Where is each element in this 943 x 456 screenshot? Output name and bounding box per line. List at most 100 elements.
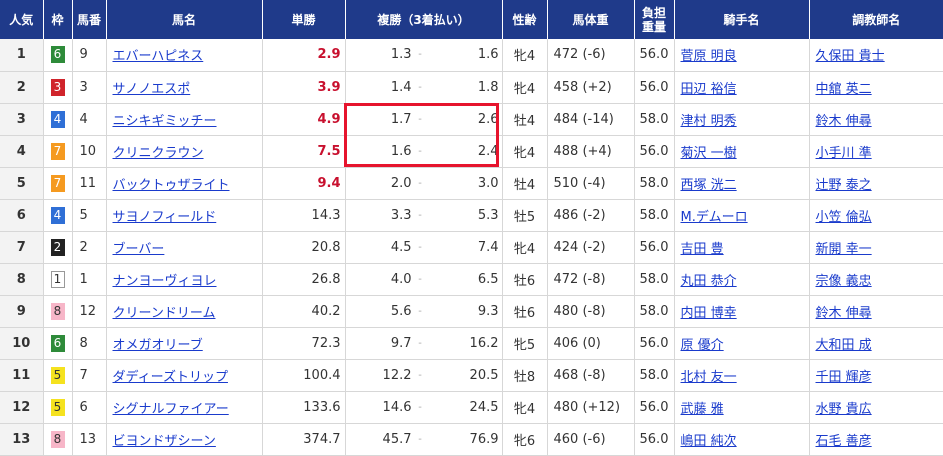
win-odds: 374.7 (303, 431, 341, 447)
col-win[interactable]: 単勝 (261, 0, 345, 39)
horse-link[interactable]: ナンヨーヴィヨレ (113, 274, 217, 289)
waku-cell: 5 (42, 391, 72, 424)
trainer-link[interactable]: 中舘 英二 (816, 82, 872, 97)
jockey-link[interactable]: 菊沢 一樹 (681, 146, 737, 161)
jockey-link[interactable]: 原 優介 (681, 338, 724, 353)
horse-cell: クリーンドリーム (105, 295, 262, 328)
popularity-cell: 1 (0, 39, 43, 72)
trainer-link[interactable]: 久保田 貴士 (816, 49, 885, 64)
sexage-cell: 牝4 (501, 231, 547, 264)
col-waku[interactable]: 枠 (42, 0, 72, 39)
col-weight[interactable]: 馬体重 (546, 0, 634, 39)
horse-link[interactable]: サヨノフィールド (113, 210, 217, 225)
place-cell: 4.5- 7.4 (344, 231, 502, 264)
trainer-link[interactable]: 辻野 泰之 (816, 178, 872, 193)
place-cell: 9.7- 16.2 (344, 327, 502, 360)
horse-link[interactable]: オメガオリーブ (113, 338, 203, 353)
win-cell: 40.2 (261, 295, 345, 328)
trainer-link[interactable]: 小手川 準 (816, 146, 872, 161)
col-place[interactable]: 複勝（3着払い） (344, 0, 502, 39)
table-row: 7 2 2 ブーバー 20.8 4.5- 7.4 牝4 424 (-2) 56.0… (0, 231, 943, 264)
jockey-link[interactable]: 丸田 恭介 (681, 274, 737, 289)
trainer-cell: 小笠 倫弘 (808, 199, 943, 232)
place-dash: - (418, 337, 422, 349)
place-high: 2.6 (477, 111, 499, 127)
trainer-link[interactable]: 宗像 義忠 (816, 274, 872, 289)
trainer-link[interactable]: 水野 貴広 (816, 402, 872, 417)
table-row: 11 5 7 ダディーズトリップ 100.4 12.2- 20.5 牡8 468 … (0, 359, 943, 392)
horse-cell: ブーバー (105, 231, 262, 264)
trainer-link[interactable]: 千田 輝彦 (816, 370, 872, 385)
col-sexage[interactable]: 性齢 (501, 0, 547, 39)
trainer-cell: 新開 幸一 (808, 231, 943, 264)
horse-link[interactable]: クリニクラウン (113, 146, 204, 161)
jockey-link[interactable]: 武藤 雅 (681, 402, 724, 417)
place-cell: 1.3- 1.6 (344, 39, 502, 72)
waku-badge: 2 (50, 238, 65, 256)
waku-badge: 7 (50, 142, 65, 160)
umaban-cell: 8 (71, 327, 106, 360)
col-burden[interactable]: 負担 重量 (633, 0, 674, 39)
place-dash: - (418, 305, 422, 317)
horse-cell: ナンヨーヴィヨレ (105, 263, 262, 296)
waku-badge: 5 (50, 366, 65, 384)
trainer-link[interactable]: 石毛 善彦 (816, 434, 872, 449)
popularity-cell: 13 (0, 423, 43, 456)
horse-link[interactable]: ビヨンドザシーン (113, 434, 216, 449)
horse-link[interactable]: クリーンドリーム (113, 306, 216, 321)
col-trainer[interactable]: 調教師名 (808, 0, 943, 39)
trainer-link[interactable]: 新開 幸一 (816, 242, 872, 257)
jockey-link[interactable]: 西塚 洸二 (681, 178, 737, 193)
place-low: 5.6 (390, 303, 412, 319)
place-dash: - (418, 209, 422, 221)
col-jockey[interactable]: 騎手名 (673, 0, 809, 39)
umaban-cell: 9 (71, 39, 106, 72)
jockey-link[interactable]: 内田 博幸 (681, 306, 737, 321)
waku-badge: 8 (50, 302, 65, 320)
weight-cell: 472 (-6) (546, 39, 634, 72)
place-high: 16.2 (469, 335, 499, 351)
trainer-link[interactable]: 鈴木 伸尋 (816, 114, 872, 129)
win-odds: 20.8 (311, 239, 341, 255)
waku-cell: 5 (42, 359, 72, 392)
jockey-link[interactable]: 北村 友一 (681, 370, 737, 385)
horse-cell: オメガオリーブ (105, 327, 262, 360)
waku-cell: 8 (42, 295, 72, 328)
trainer-link[interactable]: 鈴木 伸尋 (816, 306, 872, 321)
jockey-link[interactable]: M.デムーロ (681, 210, 748, 225)
col-popularity[interactable]: 人気 (0, 0, 43, 39)
weight-cell: 468 (-8) (546, 359, 634, 392)
horse-link[interactable]: エバーハピネス (113, 49, 204, 64)
horse-cell: ビヨンドザシーン (105, 423, 262, 456)
win-odds: 72.3 (311, 335, 341, 351)
jockey-link[interactable]: 嶋田 純次 (681, 434, 737, 449)
waku-badge: 3 (50, 78, 65, 96)
horse-link[interactable]: ブーバー (113, 242, 165, 257)
jockey-link[interactable]: 吉田 豊 (681, 242, 724, 257)
trainer-link[interactable]: 大和田 成 (816, 338, 872, 353)
col-umaban[interactable]: 馬番 (71, 0, 106, 39)
trainer-cell: 久保田 貴士 (808, 39, 943, 72)
win-odds: 4.9 (317, 111, 341, 127)
horse-link[interactable]: サノノエスポ (113, 82, 191, 97)
jockey-link[interactable]: 菅原 明良 (681, 49, 737, 64)
jockey-link[interactable]: 田辺 裕信 (681, 82, 737, 97)
weight-cell: 406 (0) (546, 327, 634, 360)
sexage-cell: 牡4 (501, 167, 547, 200)
horse-cell: バックトゥザライト (105, 167, 262, 200)
trainer-link[interactable]: 小笠 倫弘 (816, 210, 872, 225)
col-horse[interactable]: 馬名 (105, 0, 262, 39)
trainer-cell: 宗像 義忠 (808, 263, 943, 296)
sexage-cell: 牝5 (501, 327, 547, 360)
place-cell: 1.6- 2.4 (344, 135, 502, 168)
horse-link[interactable]: バックトゥザライト (113, 178, 230, 193)
place-dash: - (418, 145, 422, 157)
horse-link[interactable]: シグナルファイアー (113, 402, 229, 417)
horse-link[interactable]: ニシキギミッチー (113, 114, 217, 129)
win-odds: 2.9 (317, 47, 341, 63)
horse-link[interactable]: ダディーズトリップ (113, 370, 228, 385)
place-dash: - (418, 49, 422, 61)
place-low: 9.7 (390, 335, 412, 351)
jockey-link[interactable]: 津村 明秀 (681, 114, 737, 129)
sexage-cell: 牡5 (501, 199, 547, 232)
